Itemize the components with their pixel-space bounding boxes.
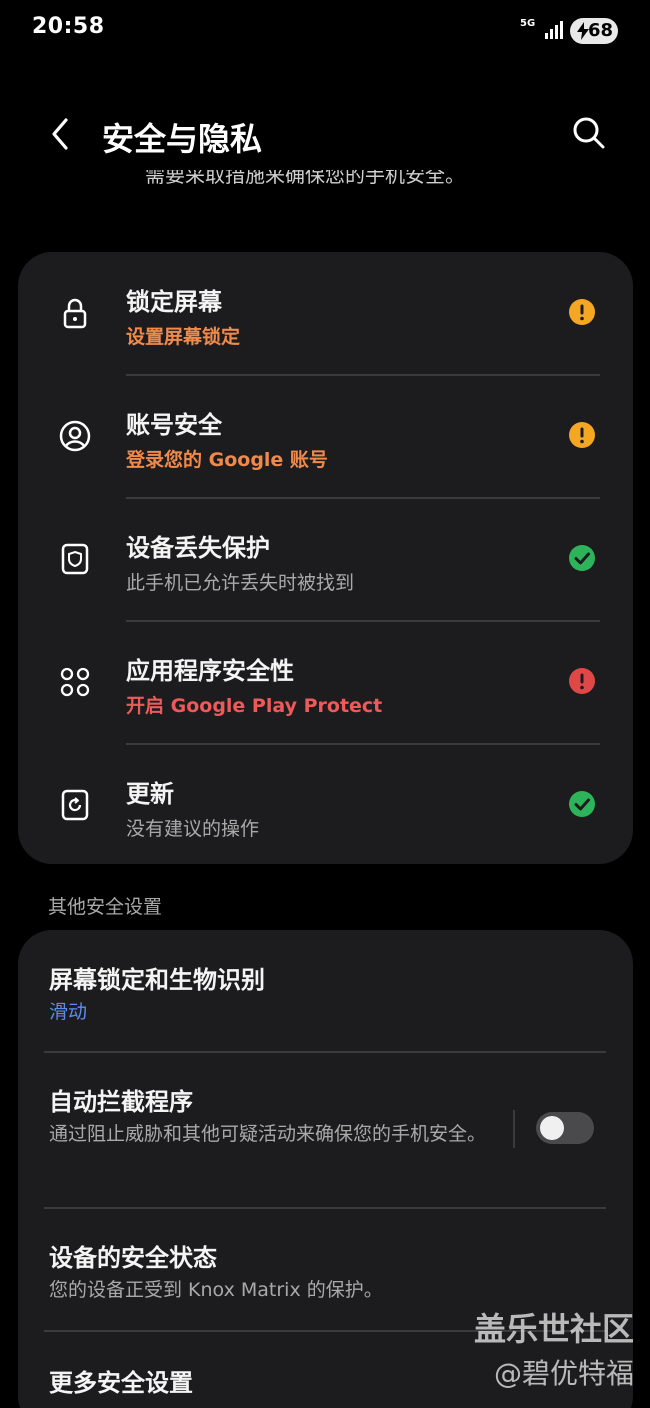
watermark-community: 盖乐世社区 — [473, 1310, 634, 1348]
warning-icon — [569, 422, 595, 448]
section-label-other-security: 其他安全设置 — [48, 896, 163, 918]
toggle-separator — [513, 1110, 515, 1148]
item-title: 锁定屏幕 — [126, 288, 222, 316]
item-account-security[interactable]: 账号安全 登录您的 Google 账号 — [18, 375, 633, 498]
network-type: 5G — [520, 18, 536, 29]
shield-icon — [61, 543, 89, 575]
item-lost-device-protection[interactable]: 设备丢失保护 此手机已允许丢失时被找到 — [18, 498, 633, 621]
item-app-security[interactable]: 应用程序安全性 开启 Google Play Protect — [18, 621, 633, 744]
battery-level: 68 — [588, 20, 614, 41]
item-title: 自动拦截程序 — [49, 1088, 193, 1116]
page-title: 安全与隐私 — [102, 120, 263, 158]
security-privacy-screen: 20:58 5G 68 安全与隐私 需要采取措施来确保您的手机安全。 锁定屏幕 … — [0, 0, 650, 1408]
watermark-user: @碧优特福 — [493, 1357, 634, 1390]
item-title: 账号安全 — [126, 411, 222, 439]
lock-icon — [63, 298, 87, 329]
security-summary-text: 需要采取措施来确保您的手机安全。 — [145, 170, 465, 187]
item-subtitle: 没有建议的操作 — [126, 818, 260, 840]
item-title: 更多安全设置 — [49, 1369, 193, 1397]
item-title: 更新 — [126, 780, 174, 808]
status-time: 20:58 — [32, 14, 105, 39]
item-subtitle: 您的设备正受到 Knox Matrix 的保护。 — [49, 1279, 383, 1301]
item-screen-lock-biometrics[interactable]: 屏幕锁定和生物识别 滑动 — [18, 930, 633, 1052]
signal-icon — [545, 21, 563, 39]
item-subtitle: 开启 Google Play Protect — [126, 695, 383, 717]
item-title: 应用程序安全性 — [126, 657, 294, 685]
auto-blocker-toggle[interactable] — [536, 1112, 594, 1144]
security-checklist-card: 锁定屏幕 设置屏幕锁定 账号安全 登录您的 Google 账号 设备丢失保护 此… — [18, 252, 633, 864]
warning-icon — [569, 299, 595, 325]
item-lock-screen[interactable]: 锁定屏幕 设置屏幕锁定 — [18, 252, 633, 375]
apps-icon — [60, 667, 90, 697]
search-icon[interactable] — [570, 114, 608, 152]
item-subtitle: 此手机已允许丢失时被找到 — [126, 572, 355, 594]
update-icon — [61, 789, 89, 821]
error-icon — [569, 668, 595, 694]
item-subtitle: 登录您的 Google 账号 — [126, 449, 328, 471]
item-title: 设备丢失保护 — [126, 534, 270, 562]
item-subtitle: 通过阻止威胁和其他可疑活动来确保您的手机安全。 — [49, 1123, 487, 1145]
check-icon — [569, 545, 595, 571]
status-bar: 20:58 5G 68 — [0, 0, 650, 60]
toggle-knob — [540, 1116, 564, 1140]
item-title: 设备的安全状态 — [49, 1244, 217, 1272]
item-title: 屏幕锁定和生物识别 — [49, 966, 265, 994]
back-arrow-icon[interactable] — [44, 114, 76, 154]
account-icon — [59, 420, 91, 452]
item-subtitle: 滑动 — [49, 1001, 88, 1023]
item-subtitle: 设置屏幕锁定 — [126, 326, 241, 348]
check-icon — [569, 791, 595, 817]
app-header: 安全与隐私 — [0, 100, 650, 170]
item-updates[interactable]: 更新 没有建议的操作 — [18, 744, 633, 867]
battery-indicator: 68 — [570, 18, 618, 44]
